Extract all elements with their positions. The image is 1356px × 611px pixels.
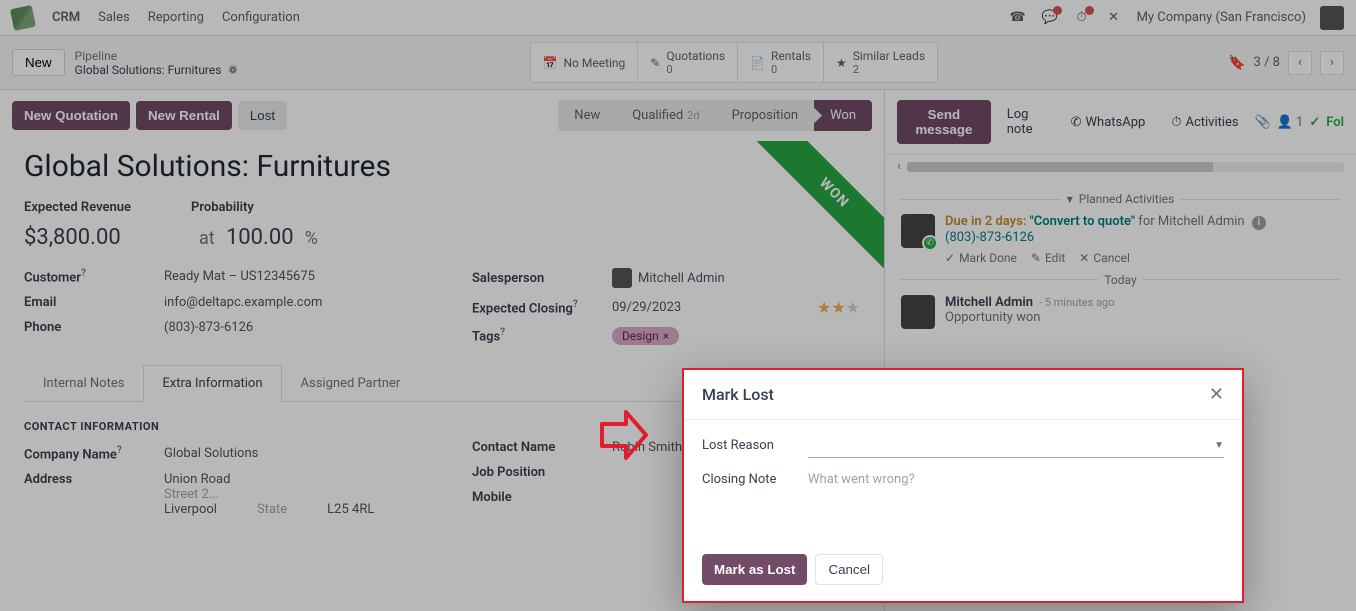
lost-reason-input[interactable] — [808, 438, 1224, 458]
closing-note-input[interactable] — [808, 472, 1224, 512]
mark-as-lost-button[interactable]: Mark as Lost — [702, 554, 807, 585]
mark-lost-modal: Mark Lost ✕ Lost Reason ▼ Closing Note M… — [682, 368, 1244, 603]
chevron-down-icon[interactable]: ▼ — [1214, 440, 1224, 451]
cancel-button[interactable]: Cancel — [815, 554, 883, 585]
lost-reason-select[interactable]: ▼ — [808, 438, 1224, 458]
modal-title: Mark Lost — [702, 385, 774, 404]
lost-reason-label: Lost Reason — [702, 438, 792, 453]
annotation-arrow — [598, 408, 648, 466]
closing-note-label: Closing Note — [702, 472, 792, 487]
close-icon[interactable]: ✕ — [1209, 384, 1224, 405]
